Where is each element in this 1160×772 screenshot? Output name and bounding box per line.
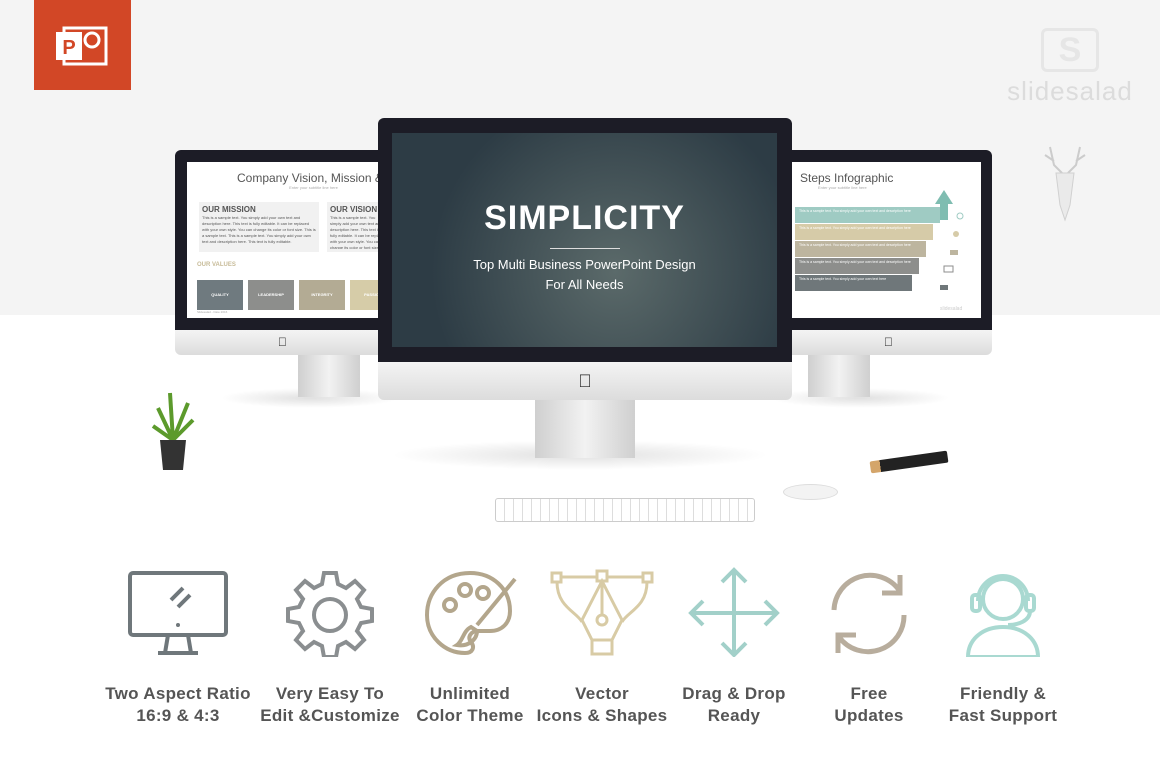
logo-text: slidesalad	[1007, 76, 1133, 106]
feature-label: Unlimited Color Theme	[395, 683, 545, 727]
svg-text:P: P	[62, 37, 75, 59]
slide-title: Company Vision, Mission & V	[237, 171, 390, 185]
feature-drag-drop: Drag & Drop Ready	[659, 565, 809, 727]
gear-icon	[286, 571, 374, 657]
right-slide: Steps Infographic Enter your subtitle li…	[785, 162, 981, 318]
feature-label: Very Easy To Edit &Customize	[255, 683, 405, 727]
feature-color-theme: Unlimited Color Theme	[395, 565, 545, 727]
slide-title: Steps Infographic	[800, 171, 894, 185]
feature-label: Color Theme	[416, 706, 524, 725]
pen-tool-icon	[550, 569, 654, 656]
feature-label: Two Aspect Ratio	[105, 684, 251, 703]
feature-label: Very Easy To	[275, 684, 385, 703]
value-tile: INTEGRITY	[299, 280, 345, 310]
feature-label: 16:9 & 4:3	[136, 706, 220, 725]
values-heading: OUR VALUES	[197, 262, 236, 268]
apple-logo-icon: 	[785, 330, 992, 355]
move-arrows-icon	[688, 567, 780, 657]
right-monitor-stand	[808, 355, 870, 397]
feature-label: Unlimited	[429, 684, 511, 703]
feature-support: Friendly & Fast Support	[928, 565, 1078, 727]
step-bar: This is a sample text. You simply add yo…	[795, 275, 912, 291]
value-tile: LEADERSHIP	[248, 280, 294, 310]
slide-watermark: slidesalad	[940, 306, 963, 312]
step-bar: This is a sample text. You simply add yo…	[795, 241, 926, 257]
slide-subtitle-2: For All Needs	[545, 277, 624, 292]
slide-subtitle: Enter your subtitle line here	[289, 185, 338, 190]
feature-label: Drag & Drop	[682, 684, 786, 703]
apple-logo-icon: 	[175, 330, 390, 355]
feature-label: Friendly & Fast Support	[928, 683, 1078, 727]
feature-label: Vector Icons & Shapes	[527, 683, 677, 727]
arrow-up-icon	[935, 190, 964, 290]
mission-text: This is a sample text. You simply add yo…	[202, 215, 316, 244]
refresh-icon	[831, 572, 907, 655]
feature-label: Fast Support	[948, 706, 1058, 725]
feature-vector: Vector Icons & Shapes	[527, 565, 677, 727]
feature-label: Drag & Drop Ready	[659, 683, 809, 727]
feature-aspect-ratio: Two Aspect Ratio 16:9 & 4:3	[103, 565, 253, 727]
logo-mark: S	[1041, 28, 1099, 72]
deer-head-decoration	[1040, 145, 1090, 230]
palette-icon	[424, 570, 517, 656]
left-monitor-stand	[298, 355, 360, 397]
left-slide: Company Vision, Mission & V Enter your s…	[187, 162, 390, 318]
slide-title: SIMPLICITY	[484, 199, 685, 237]
center-slide: SIMPLICITY Top Multi Business PowerPoint…	[392, 133, 777, 347]
feature-label: Updates	[834, 706, 904, 725]
feature-label: Icons & Shapes	[536, 706, 668, 725]
step-bar: This is a sample text. You simply add yo…	[795, 207, 940, 223]
powerpoint-icon: P	[34, 0, 131, 90]
value-tile: QUALITY	[197, 280, 243, 310]
left-monitor: Company Vision, Mission & V Enter your s…	[175, 150, 390, 330]
feature-label: Ready	[707, 706, 761, 725]
slidesalad-logo: S slidesalad	[1000, 28, 1140, 107]
slide-subtitle: Enter your subtitle line here	[818, 185, 867, 190]
keyboard	[495, 498, 755, 522]
step-bar: This is a sample text. You simply add yo…	[795, 224, 933, 240]
feature-label: Edit &Customize	[260, 706, 400, 725]
center-monitor: SIMPLICITY Top Multi Business PowerPoint…	[378, 118, 792, 362]
plant-decoration	[148, 388, 198, 473]
slide-footer: Slidesalad - Date 2016	[197, 310, 228, 314]
feature-label: Two Aspect Ratio 16:9 & 4:3	[103, 683, 253, 727]
pencil-decoration	[869, 450, 949, 474]
apple-logo-icon: 	[378, 362, 792, 400]
feature-label: Vector	[575, 684, 629, 703]
feature-updates: Free Updates	[794, 565, 944, 727]
feature-label: Free	[850, 684, 888, 703]
headset-icon	[965, 574, 1041, 657]
feature-label: Friendly &	[959, 684, 1047, 703]
mission-heading: OUR MISSION	[202, 205, 256, 214]
step-bar: This is a sample text. You simply add yo…	[795, 258, 919, 274]
feature-easy-edit: Very Easy To Edit &Customize	[255, 565, 405, 727]
monitor-icon	[128, 571, 228, 655]
right-monitor: Steps Infographic Enter your subtitle li…	[785, 150, 992, 330]
center-monitor-stand	[535, 400, 635, 458]
mouse	[783, 484, 838, 500]
mission-box: OUR MISSION This is a sample text. You s…	[199, 202, 319, 252]
divider	[549, 248, 620, 249]
slide-subtitle: Top Multi Business PowerPoint Design	[473, 257, 696, 272]
feature-label: Free Updates	[794, 683, 944, 727]
